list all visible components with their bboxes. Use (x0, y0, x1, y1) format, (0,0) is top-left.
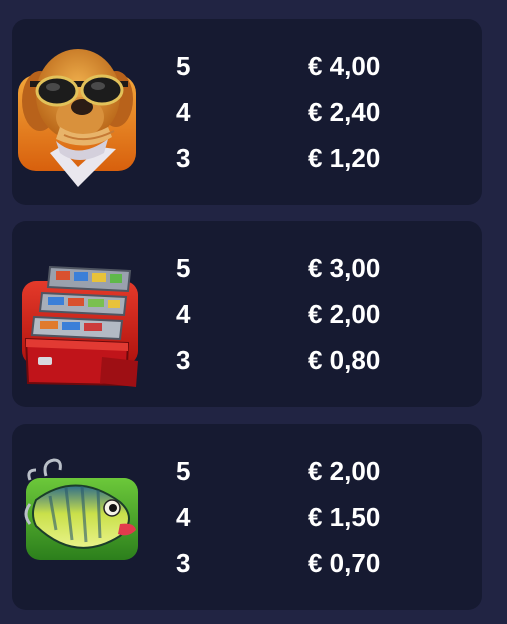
dog-with-sunglasses-icon (16, 35, 144, 189)
symbol-count: 5 (176, 456, 191, 486)
symbol-count: 5 (176, 51, 191, 81)
symbol-count: 3 (176, 143, 191, 173)
symbol-count: 4 (176, 502, 191, 532)
symbol-count: 5 (176, 253, 191, 283)
fishing-lure-icon (16, 440, 144, 594)
payout-row: 4 € 2,00 (176, 291, 466, 337)
payout-row: 3 € 0,70 (176, 540, 466, 586)
prize-amount: € 3,00 (308, 253, 381, 283)
prize-amount: € 0,80 (308, 345, 381, 375)
prize-amount: € 0,70 (308, 548, 381, 578)
payout-list: 5 € 3,00 4 € 2,00 3 € 0,80 (176, 245, 466, 383)
prize-amount: € 1,20 (308, 143, 381, 173)
payout-row: 5 € 3,00 (176, 245, 466, 291)
symbol-count: 3 (176, 345, 191, 375)
payout-row: 3 € 1,20 (176, 135, 466, 181)
prize-amount: € 2,00 (308, 299, 381, 329)
payout-row: 5 € 2,00 (176, 448, 466, 494)
prize-amount: € 4,00 (308, 51, 381, 81)
symbol-count: 4 (176, 97, 191, 127)
payout-row: 3 € 0,80 (176, 337, 466, 383)
symbol-count: 3 (176, 548, 191, 578)
payout-list: 5 € 2,00 4 € 1,50 3 € 0,70 (176, 448, 466, 586)
prize-amount: € 2,00 (308, 456, 381, 486)
paytable-card-tackle-box: 5 € 3,00 4 € 2,00 3 € 0,80 (12, 221, 482, 407)
prize-amount: € 2,40 (308, 97, 381, 127)
paytable-card-dog: 5 € 4,00 4 € 2,40 3 € 1,20 (12, 19, 482, 205)
prize-amount: € 1,50 (308, 502, 381, 532)
tackle-box-icon (16, 237, 144, 391)
payout-row: 4 € 1,50 (176, 494, 466, 540)
symbol-count: 4 (176, 299, 191, 329)
payout-row: 4 € 2,40 (176, 89, 466, 135)
paytable-card-fishing-lure: 5 € 2,00 4 € 1,50 3 € 0,70 (12, 424, 482, 610)
paytable: 5 € 4,00 4 € 2,40 3 € 1,20 5 € 3,00 4 € … (0, 0, 507, 624)
payout-list: 5 € 4,00 4 € 2,40 3 € 1,20 (176, 43, 466, 181)
payout-row: 5 € 4,00 (176, 43, 466, 89)
